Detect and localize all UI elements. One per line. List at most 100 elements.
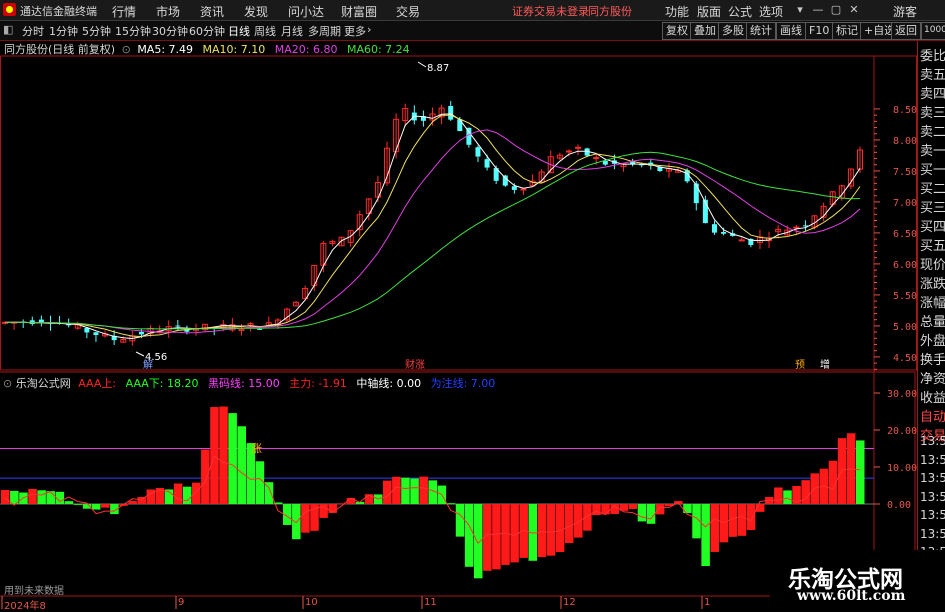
candle-down — [711, 224, 717, 233]
histogram-bar — [237, 426, 246, 504]
price-tick-label: 8.50 — [893, 105, 917, 116]
low-pointer — [135, 351, 145, 357]
quote-field-label: 卖一 — [920, 144, 945, 159]
histogram-bar — [473, 504, 483, 579]
tick-time: 13:56 — [920, 471, 945, 485]
ma10-line — [4, 114, 861, 338]
candle-up — [593, 157, 600, 160]
histogram-bar — [383, 480, 392, 504]
unlock-marker: 解 — [143, 358, 153, 371]
histogram-bar — [701, 504, 710, 567]
price-tick-label: 5.50 — [893, 291, 917, 302]
quote-field-label: 涨幅 — [920, 296, 945, 311]
histogram-bar — [455, 504, 465, 537]
ind-tick-label: 0.00 — [887, 500, 911, 511]
quote-field-label: 涨跌 — [920, 277, 945, 292]
histogram-bar — [801, 480, 810, 504]
histogram-bar — [146, 489, 156, 504]
black-line-label: 黑码线: 15.00 — [208, 377, 280, 390]
histogram-bar — [737, 504, 747, 536]
candle-down — [175, 325, 181, 327]
quote-field-label: 买一 — [920, 163, 945, 178]
quote-side-panel: 委比 卖五 卖四 卖三 卖二 卖一 买一 买二 买三 买四 买五 现价 涨跌 涨幅 总量 外盘 换手 净资 收益 自动… — [917, 41, 945, 609]
price-tick-label: 7.50 — [893, 167, 917, 178]
forecast-marker: 预 — [795, 359, 805, 371]
histogram-bar — [210, 407, 219, 504]
main-frame — [0, 55, 917, 371]
ind-tick-label: 20.00 — [887, 426, 917, 437]
histogram-bar — [255, 461, 265, 504]
histogram-bar — [574, 504, 583, 538]
histogram-bar — [1, 490, 10, 504]
quote-field-label: 买五 — [920, 239, 945, 254]
histogram-bar — [173, 483, 183, 504]
histogram-bar — [446, 503, 456, 505]
quote-field-label: 卖五 — [920, 68, 945, 83]
date-label: 10 — [305, 597, 318, 608]
candle-down — [457, 119, 463, 132]
indicator-name: 乐淘公式网 — [15, 377, 71, 390]
date-label: 1 — [704, 597, 711, 608]
price-tick-label: 8.00 — [893, 136, 917, 147]
ma60-line — [4, 151, 861, 330]
ma5-line — [4, 113, 861, 340]
histogram-bar — [192, 482, 201, 504]
candle-down — [511, 186, 517, 190]
histogram-bar — [783, 490, 792, 504]
watermark-url: www.60lt.com — [797, 588, 906, 604]
future-data-hint: 用到未来数据 — [4, 586, 64, 597]
histogram-bar — [64, 501, 74, 504]
candle-down — [502, 175, 508, 186]
histogram-bar — [546, 504, 556, 556]
histogram-bar — [219, 406, 228, 504]
histogram-bar — [410, 478, 419, 504]
candle-up — [565, 150, 572, 153]
ma20-line — [4, 129, 861, 334]
candle-down — [602, 160, 608, 165]
main-force-label: 主力: -1.91 — [289, 377, 347, 390]
candle-down — [257, 328, 263, 330]
histogram-bar — [137, 497, 146, 504]
histogram-bar — [128, 500, 137, 504]
candle-down — [484, 159, 490, 168]
candle-down — [448, 105, 454, 120]
histogram-bar — [228, 413, 237, 504]
histogram-bar — [592, 504, 601, 516]
tick-time: 13:57 — [920, 508, 945, 522]
axis-line-label: 中轴线: 0.00 — [356, 377, 422, 390]
candle-up — [575, 146, 582, 149]
histogram-bar — [646, 504, 656, 524]
histogram-bar — [837, 438, 847, 504]
tick-time: 13:56 — [920, 452, 945, 467]
quote-field-label: 换手 — [920, 353, 945, 368]
candle-down — [475, 147, 481, 157]
candlestick-chart[interactable]: 8.50 8.00 7.50 7.00 6.50 6.00 5.50 5.00 4.50 8.87… — [0, 0, 945, 609]
histogram-bar — [628, 504, 638, 509]
histogram-bar — [655, 504, 665, 515]
finance-marker: 财 — [405, 358, 415, 371]
candle-down — [693, 183, 699, 204]
ind-tick-label: 30.00 — [887, 389, 917, 400]
histogram-bar — [401, 477, 410, 504]
histogram-bar — [28, 488, 37, 504]
high-pointer — [417, 61, 427, 68]
tick-time: 13:57 — [920, 489, 945, 504]
rise-signal-marker: 涨 — [251, 442, 262, 455]
tick-time: 13:57 — [920, 526, 945, 541]
histogram-bar — [101, 504, 110, 508]
indicator-settings-icon[interactable]: ⊙ — [3, 377, 12, 390]
tick-time: 13:56 — [920, 434, 945, 448]
price-tick-label: 6.50 — [893, 229, 917, 240]
histogram-bar — [710, 504, 719, 552]
note-line-label: 为注线: 7.00 — [430, 377, 496, 390]
histogram-bar — [583, 504, 592, 531]
quote-field-label: 外盘 — [920, 334, 945, 349]
quote-field-label: 买二 — [920, 182, 945, 197]
quote-field-label: 净资 — [920, 372, 945, 387]
candle-up — [793, 226, 800, 229]
increase-marker: 增 — [820, 358, 830, 371]
histogram-bar — [364, 494, 374, 504]
candle-down — [93, 332, 99, 336]
date-label: 11 — [424, 597, 437, 608]
histogram-bar — [746, 504, 756, 530]
